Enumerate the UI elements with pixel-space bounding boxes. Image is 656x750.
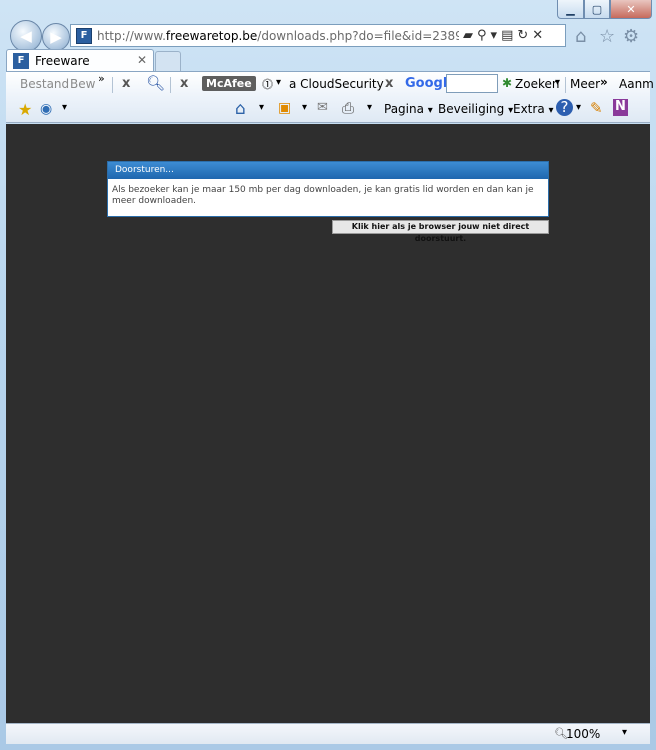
chevron-down-icon[interactable]: ▾ [367,102,372,113]
close-window-button[interactable]: ✕ [610,0,652,19]
minimize-button[interactable]: ▁ [557,0,584,19]
menu-file[interactable]: Bestand [20,77,69,91]
chevron-down-icon[interactable]: ▾ [62,102,67,113]
arrow-right-icon: ▶ [50,28,62,46]
compatibility-view-icon[interactable]: ▰ [463,28,473,43]
minimize-icon: ▁ [566,2,575,16]
zoom-level[interactable]: 100% [566,727,600,741]
printer-icon[interactable]: ⎙ [342,99,354,117]
url-prefix: http://www. [97,28,166,43]
google-search-icon: ✱ [502,76,513,90]
redirect-panel: Doorsturen... Als bezoeker kan je maar 1… [107,161,549,217]
more-overflow[interactable]: » [600,75,608,89]
search-icon[interactable]: ⚲ [477,28,487,43]
rss-feed-icon[interactable]: ▣ [278,100,291,116]
chevron-down-icon[interactable]: ▾ [491,28,498,43]
page-icon[interactable]: ▤ [501,28,513,43]
stop-icon[interactable]: ✕ [532,28,543,43]
panel-title: Doorsturen... [108,162,548,179]
tab-favicon-icon: F [13,52,29,69]
google-search-button[interactable]: Zoeken [515,77,559,91]
url-domain: freewaretop.be [165,28,258,43]
google-search-input[interactable] [446,74,498,93]
toolbar-close-icon[interactable]: x [122,76,130,91]
url-text[interactable]: http://www.freewaretop.be/downloads.php?… [97,29,459,43]
maximize-button[interactable]: ▢ [584,0,610,19]
signin-button[interactable]: Aanm [619,77,654,91]
new-tab-button[interactable] [155,51,181,71]
pen-tool-icon[interactable]: ✎ [590,99,603,117]
status-bar: 🔍︎ 100% ▾ [6,723,650,744]
toolbar-close-icon[interactable]: x [385,76,393,91]
close-icon: ✕ [626,2,636,16]
address-bar[interactable]: F http://www.freewaretop.be/downloads.ph… [70,24,566,47]
zoom-dropdown-icon[interactable]: ▾ [622,727,627,738]
tab-close-icon[interactable]: ✕ [137,53,147,67]
add-favorite-star-icon[interactable]: ★ [18,100,32,119]
more-button[interactable]: Meer [570,77,600,91]
command-area: Bestand Bew » x 🔍︎ x McAfee ⓵ ▾ a CloudS… [6,71,654,123]
back-button[interactable]: ◀ [10,20,42,52]
suggested-sites-icon[interactable]: ◉ [40,101,52,117]
panel-message: Als bezoeker kan je maar 150 mb per dag … [112,185,534,206]
mcafee-status-icon: ⓵ [262,78,273,91]
chevron-down-icon[interactable]: ▾ [576,102,581,113]
chevron-down-icon[interactable]: ▾ [259,102,264,113]
forward-button[interactable]: ▶ [42,23,70,51]
page-content: Doorsturen... Als bezoeker kan je maar 1… [6,124,650,723]
menu-tools[interactable]: Extra ▾ [513,102,554,116]
redirect-link[interactable]: Klik hier als je browser jouw niet direc… [332,220,549,243]
search-lens-icon[interactable]: 🔍︎ [146,74,165,92]
chevron-down-icon[interactable]: ▾ [276,77,281,88]
chevron-down-icon[interactable]: ▾ [302,102,307,113]
gear-icon[interactable]: ⚙ [623,26,639,47]
menu-page[interactable]: Pagina ▾ [384,102,433,116]
tab-title: Freeware [35,53,90,68]
tab-freeware[interactable]: F Freeware ✕ [6,49,154,71]
home-icon[interactable]: ⌂ [575,26,586,47]
tab-row: F Freeware ✕ [6,49,650,71]
toolbar-close-icon[interactable]: x [180,76,188,91]
cloud-security-label[interactable]: a CloudSecurity [289,77,384,91]
menu-edit[interactable]: Bew [70,77,95,91]
mcafee-logo: McAfee [202,76,256,91]
refresh-icon[interactable]: ↻ [517,28,528,43]
arrow-left-icon: ◀ [20,27,32,45]
onenote-icon[interactable]: N [613,99,628,116]
chevron-down-icon[interactable]: ▾ [555,77,560,88]
maximize-icon: ▢ [591,2,603,16]
favorites-star-icon[interactable]: ☆ [599,26,615,47]
menu-security[interactable]: Beveiliging ▾ [438,102,513,116]
help-icon[interactable]: ? [556,99,573,116]
mcafee-button[interactable]: McAfee [202,76,256,91]
url-suffix: /downloads.php?do=file&id=2389&act=down [257,28,459,43]
mail-icon[interactable]: ✉ [317,100,328,115]
home-icon[interactable]: ⌂ [235,99,246,119]
site-favicon-icon: F [76,27,92,44]
menu-overflow[interactable]: » [98,72,105,85]
